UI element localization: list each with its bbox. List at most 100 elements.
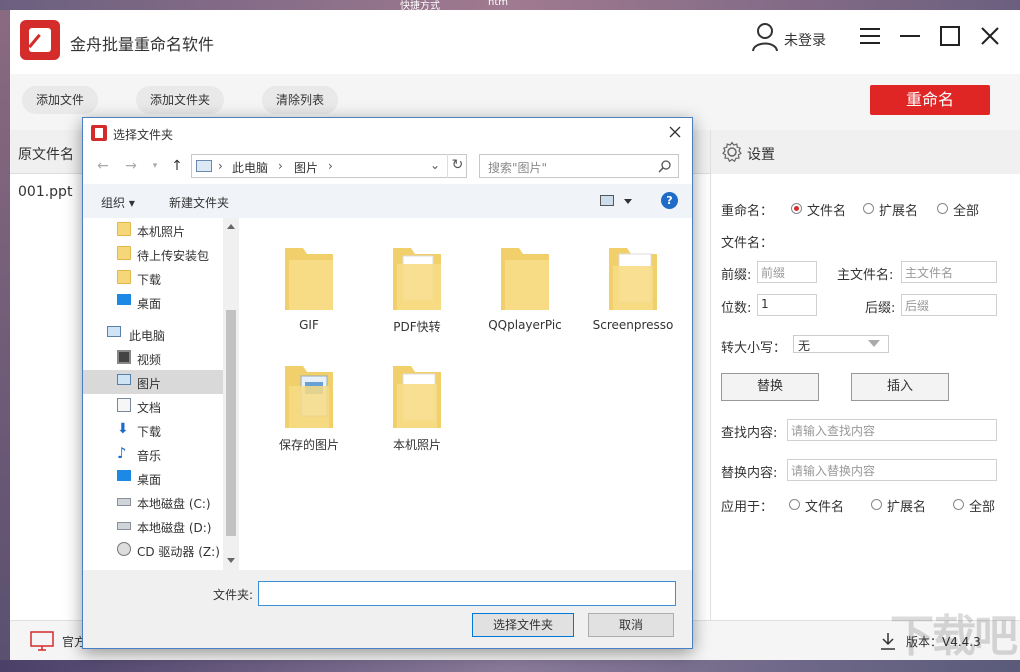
- rename-mode-extension-radio[interactable]: 扩展名: [863, 200, 918, 219]
- dialog-app-icon: [91, 125, 107, 141]
- prefix-label: 前缀:: [721, 268, 752, 283]
- dialog-bottom-bar: 文件夹: 选择文件夹 取消: [83, 570, 692, 648]
- desktop-background-bottom: [0, 660, 1020, 672]
- view-mode-dropdown-icon[interactable]: [624, 199, 632, 204]
- breadcrumb-item-this-pc[interactable]: 此电脑: [232, 159, 268, 176]
- suffix-label: 后缀:: [865, 301, 896, 316]
- apply-extension-radio[interactable]: 扩展名: [871, 496, 926, 515]
- nav-item-upload-packages[interactable]: 待上传安装包: [83, 242, 223, 266]
- app-logo-icon: [20, 20, 60, 60]
- scroll-down-icon[interactable]: [227, 558, 235, 563]
- insert-button[interactable]: 插入: [851, 373, 949, 401]
- forward-arrow-icon[interactable]: →: [123, 158, 139, 174]
- monitor-icon[interactable]: [30, 631, 54, 651]
- folder-name-input[interactable]: [258, 581, 676, 606]
- replace-with-input[interactable]: 请输入替换内容: [787, 459, 997, 481]
- apply-all-radio[interactable]: 全部: [953, 496, 995, 515]
- nav-item-cd-drive[interactable]: CD 驱动器 (Z:): [83, 538, 223, 562]
- clear-list-button[interactable]: 清除列表: [262, 86, 339, 114]
- scroll-up-icon[interactable]: [227, 224, 235, 229]
- nav-pane-scrollbar[interactable]: [223, 218, 239, 570]
- filename-section-label: 文件名：: [721, 236, 774, 251]
- address-bar[interactable]: › 此电脑 › 图片 › ⌄: [191, 154, 467, 178]
- music-icon: ♪: [117, 444, 127, 462]
- replace-button[interactable]: 替换: [721, 373, 819, 401]
- folder-item-gif[interactable]: GIF: [255, 226, 363, 340]
- digits-label: 位数:: [721, 301, 752, 316]
- view-mode-icon[interactable]: [600, 195, 614, 206]
- nav-item-desktop[interactable]: 桌面: [83, 466, 223, 490]
- up-arrow-icon[interactable]: ↑: [169, 158, 185, 174]
- cd-drive-icon: [117, 542, 131, 556]
- watermark-logo: 下载吧: [890, 611, 1018, 662]
- rename-mode-all-radio[interactable]: 全部: [937, 200, 979, 219]
- folder-item-pdf[interactable]: PDF快转: [363, 226, 471, 340]
- replace-with-label: 替换内容:: [721, 466, 778, 481]
- nav-item-documents[interactable]: 文档: [83, 394, 223, 418]
- original-name-column[interactable]: 原文件名: [18, 144, 74, 164]
- folder-field-label: 文件夹:: [213, 588, 254, 602]
- login-button[interactable]: 未登录: [752, 20, 838, 56]
- rename-button[interactable]: 重命名: [870, 85, 990, 115]
- dialog-navbar: ← → ▾ ↑ › 此电脑 › 图片 › ⌄ ↻ 搜索"图片": [83, 148, 692, 184]
- main-name-label: 主文件名:: [837, 268, 894, 283]
- dialog-search-input[interactable]: 搜索"图片": [479, 154, 679, 178]
- folder-icon: [117, 222, 131, 236]
- maximize-icon: [940, 26, 960, 46]
- cancel-button[interactable]: 取消: [588, 613, 674, 637]
- menu-button[interactable]: [858, 24, 882, 48]
- dialog-nav-pane: 本机照片 待上传安装包 下载 桌面 此电脑 视频 图片 文档 ⬇ 下载 ♪ 音乐…: [83, 218, 239, 570]
- scrollbar-thumb[interactable]: [226, 310, 236, 536]
- back-arrow-icon[interactable]: ←: [95, 158, 111, 174]
- folder-item-qqplayerpic[interactable]: QQplayerPic: [471, 226, 579, 340]
- apply-filename-radio[interactable]: 文件名: [789, 496, 844, 515]
- dialog-titlebar: 选择文件夹: [83, 118, 692, 148]
- desktop-background-left: [0, 10, 10, 660]
- close-button[interactable]: [978, 24, 1002, 48]
- dialog-close-icon[interactable]: [667, 124, 683, 140]
- dialog-title: 选择文件夹: [113, 128, 174, 142]
- drive-icon: [117, 522, 131, 530]
- add-folder-button[interactable]: 添加文件夹: [136, 86, 225, 114]
- nav-item-this-pc[interactable]: 此电脑: [83, 322, 223, 346]
- nav-item-local-photos[interactable]: 本机照片: [83, 218, 223, 242]
- maximize-button[interactable]: [938, 24, 962, 48]
- close-icon: [981, 27, 999, 45]
- rename-mode-filename-radio[interactable]: 文件名: [791, 200, 846, 219]
- desktop-icon: [117, 294, 131, 305]
- suffix-input[interactable]: 后缀: [901, 294, 997, 316]
- refresh-icon[interactable]: ↻: [447, 154, 467, 178]
- folder-item-saved-pictures[interactable]: 保存的图片: [255, 344, 363, 458]
- desktop-background-top: 快捷方式 htm: [0, 0, 1020, 12]
- minimize-button[interactable]: [898, 24, 922, 48]
- folder-item-screenpresso[interactable]: Screenpresso: [579, 226, 687, 340]
- nav-item-downloads-quick[interactable]: 下载: [83, 266, 223, 290]
- address-dropdown-icon[interactable]: ⌄: [430, 158, 440, 172]
- add-file-button[interactable]: 添加文件: [22, 86, 99, 114]
- file-list-row[interactable]: 001.ppt: [18, 184, 72, 200]
- dialog-folder-view: GIF PDF快转 QQplayerPic Screenpresso 保存的图片…: [239, 218, 692, 570]
- nav-item-drive-d[interactable]: 本地磁盘 (D:): [83, 514, 223, 538]
- new-folder-button[interactable]: 新建文件夹: [169, 194, 229, 211]
- select-folder-button[interactable]: 选择文件夹: [472, 613, 574, 637]
- organize-menu[interactable]: 组织 ▾: [101, 194, 135, 211]
- nav-item-pictures[interactable]: 图片: [83, 370, 223, 394]
- nav-item-drive-c[interactable]: 本地磁盘 (C:): [83, 490, 223, 514]
- folder-item-local-photos[interactable]: 本机照片: [363, 344, 471, 458]
- nav-item-downloads[interactable]: ⬇ 下载: [83, 418, 223, 442]
- settings-panel: 设置 重命名： 文件名 扩展名 全部 文件名： 前缀: 前缀 主文件名: 主文件…: [710, 130, 1020, 620]
- help-icon[interactable]: ?: [661, 192, 678, 209]
- digits-input[interactable]: 1: [757, 294, 817, 316]
- search-icon: [658, 160, 671, 173]
- nav-item-videos[interactable]: 视频: [83, 346, 223, 370]
- breadcrumb-item-pictures[interactable]: 图片: [294, 159, 318, 176]
- prefix-input[interactable]: 前缀: [757, 261, 817, 283]
- nav-item-desktop-quick[interactable]: 桌面: [83, 290, 223, 314]
- find-input[interactable]: 请输入查找内容: [787, 419, 997, 441]
- folder-icon: [609, 248, 657, 310]
- main-name-input[interactable]: 主文件名: [901, 261, 997, 283]
- recent-chevron-icon[interactable]: ▾: [147, 158, 163, 174]
- case-select[interactable]: 无: [793, 335, 889, 353]
- nav-item-music[interactable]: ♪ 音乐: [83, 442, 223, 466]
- breadcrumb-separator-icon: ›: [278, 159, 283, 173]
